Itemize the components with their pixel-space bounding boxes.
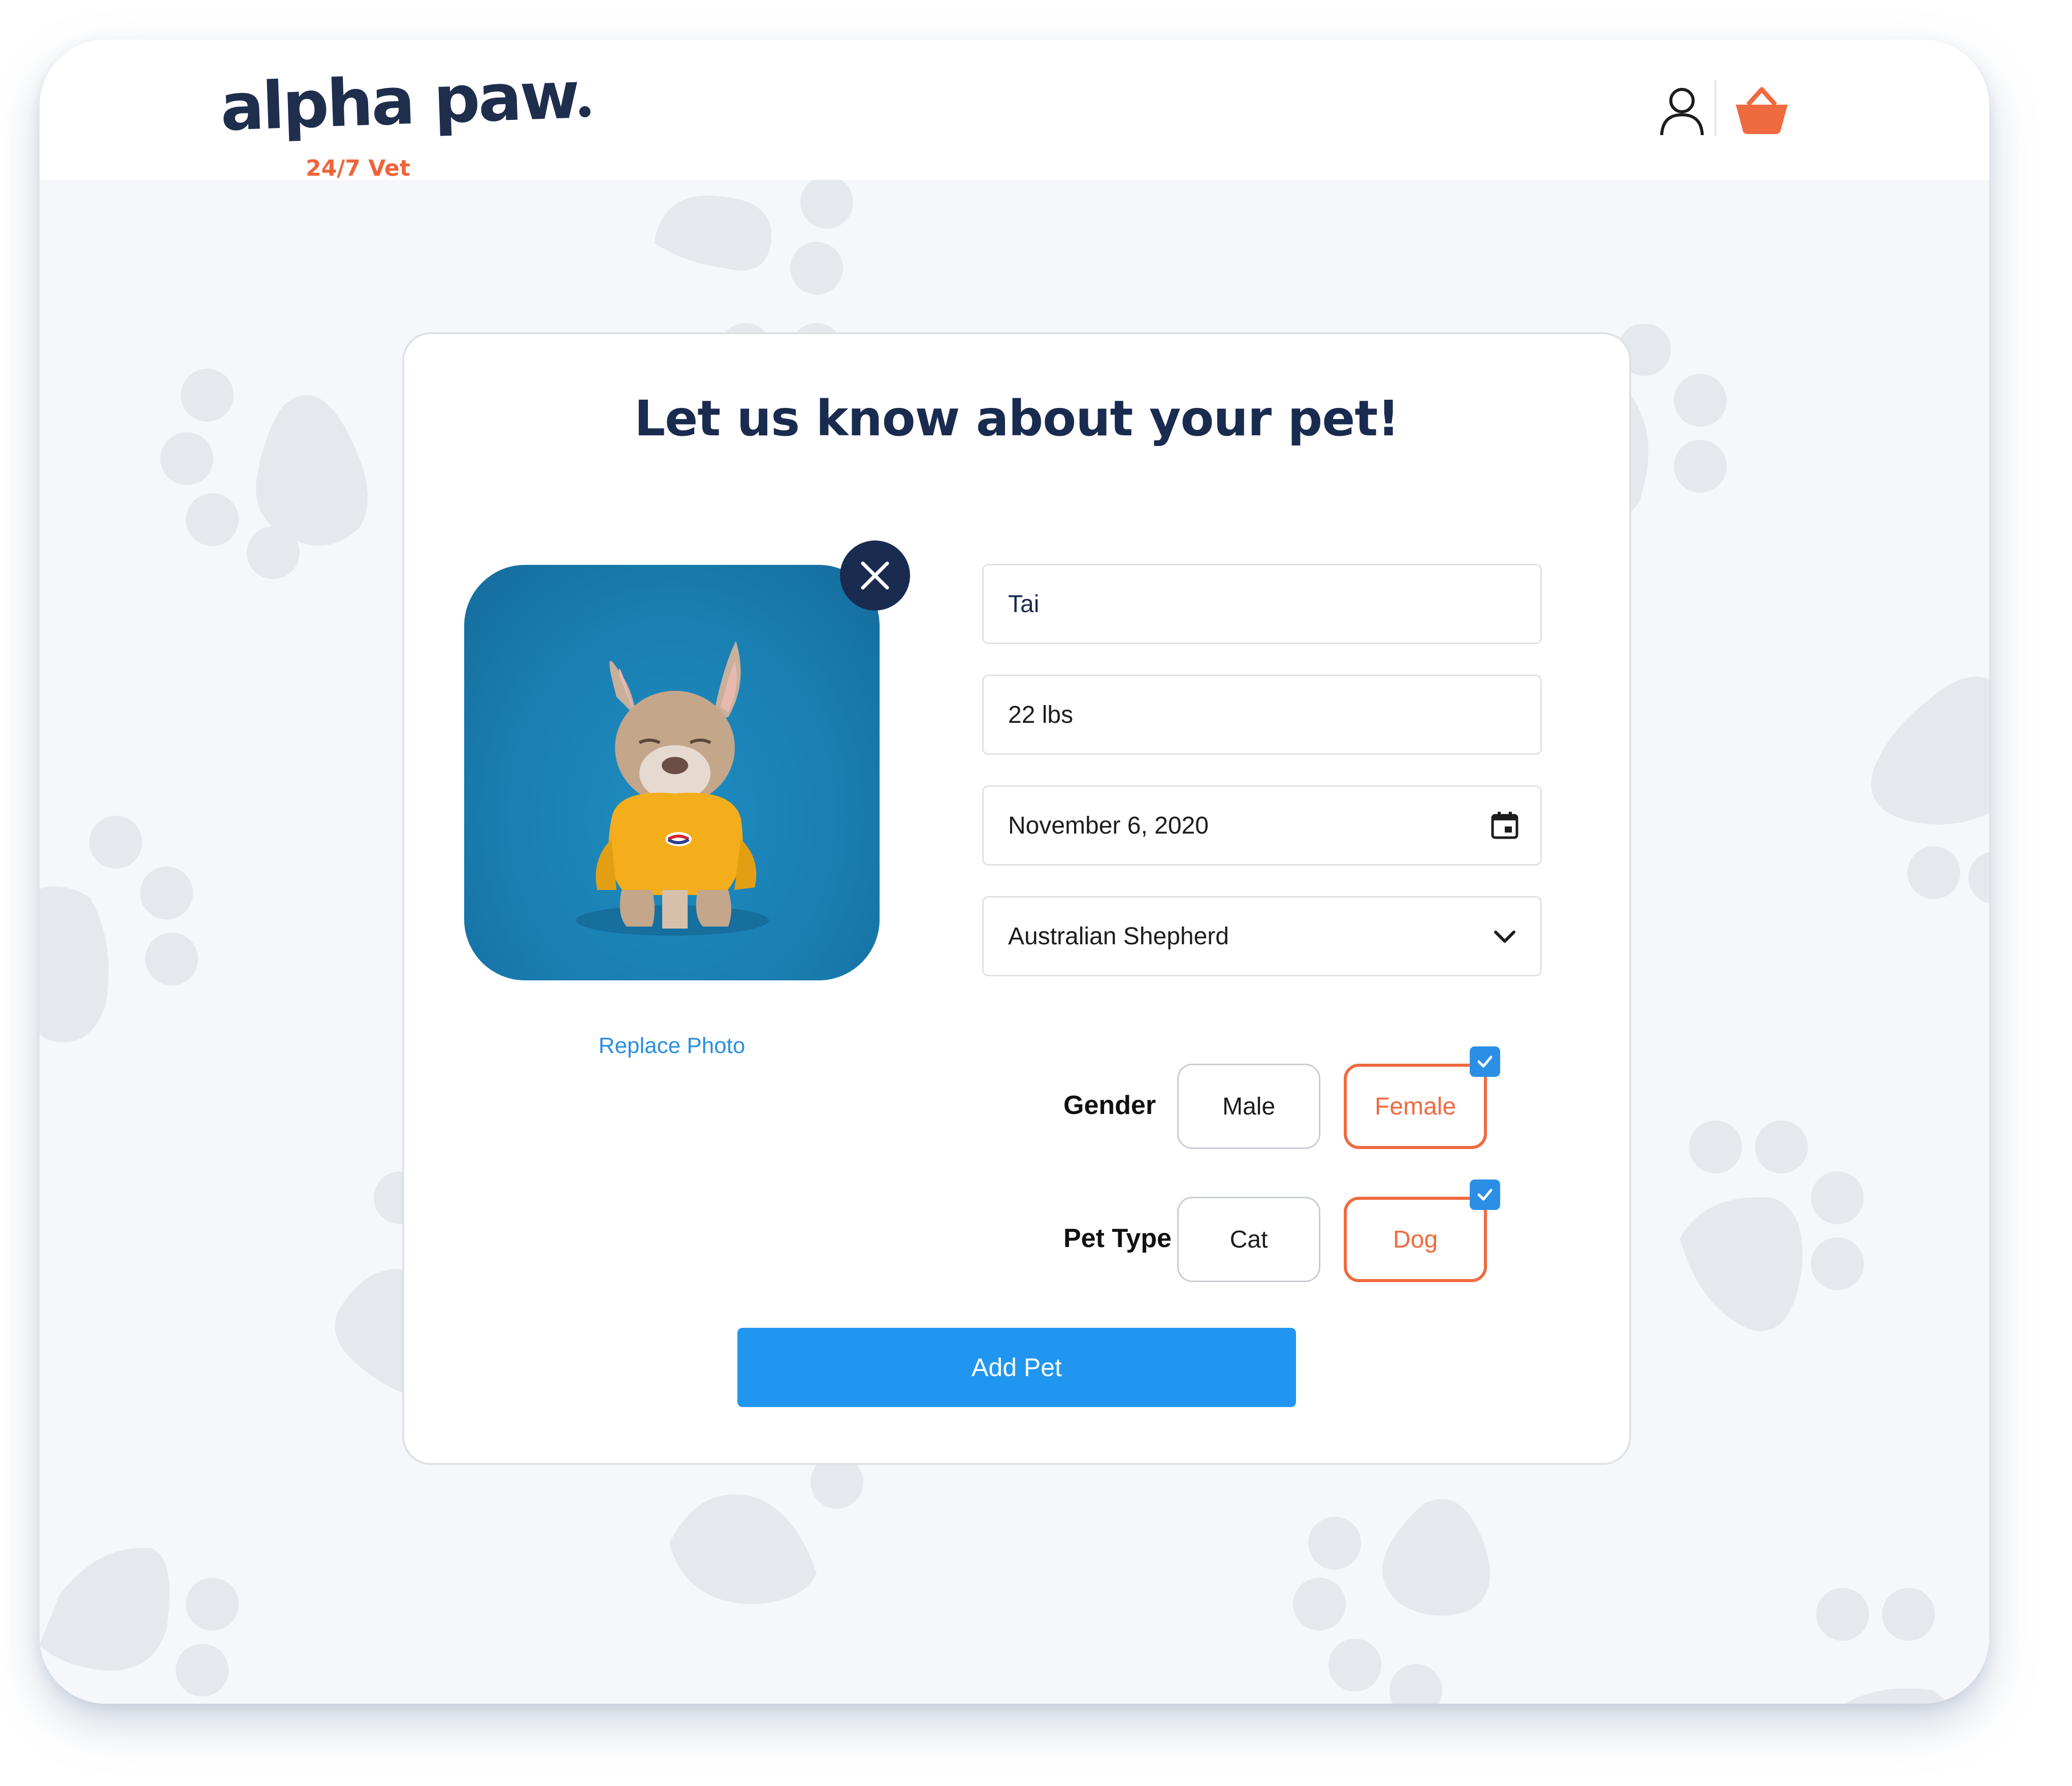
pet-weight-field[interactable]: 22 lbs (982, 675, 1542, 755)
gender-label: Gender (1063, 1091, 1156, 1120)
pet-birthdate-value: November 6, 2020 (1008, 812, 1209, 839)
calendar-icon[interactable] (1490, 810, 1520, 841)
top-navigation-bar: alpha paw 24/7 Vet (40, 40, 1989, 181)
check-icon (1470, 1046, 1500, 1077)
paw-print-decoration (1816, 1588, 1950, 1704)
replace-photo-link[interactable]: Replace Photo (464, 1033, 880, 1059)
brand-name: alpha paw (219, 57, 591, 146)
cart-icon[interactable] (1734, 84, 1790, 135)
remove-photo-button[interactable] (840, 540, 910, 611)
brand-tagline: 24/7 Vet (306, 155, 410, 181)
paw-print-decoration (40, 816, 198, 1042)
paw-print-decoration (1293, 1499, 1490, 1704)
check-icon (1470, 1179, 1500, 1210)
pet-type-option-cat[interactable]: Cat (1177, 1197, 1320, 1282)
pet-breed-value: Australian Shepherd (1008, 922, 1229, 950)
paw-print-decoration (160, 369, 368, 579)
paw-print-decoration (1871, 677, 1989, 904)
user-icon[interactable] (1656, 84, 1708, 137)
pet-birthdate-field[interactable]: November 6, 2020 (982, 785, 1542, 866)
dog-photo-illustration (576, 641, 769, 936)
pet-name-value: Tai (1008, 590, 1040, 618)
form-title: Let us know about your pet! (634, 390, 1400, 447)
pet-weight-value: 22 lbs (1008, 701, 1074, 728)
gender-option-male[interactable]: Male (1177, 1064, 1320, 1149)
pet-type-option-dog[interactable]: Dog (1344, 1197, 1487, 1282)
pet-name-field[interactable]: Tai (982, 564, 1542, 644)
paw-print-decoration (1680, 1121, 1864, 1331)
app-window: alpha paw 24/7 Vet Let us know about you… (40, 40, 1989, 1704)
header-divider (1714, 80, 1717, 136)
pet-type-label: Pet Type (1063, 1224, 1172, 1253)
close-icon (861, 561, 889, 590)
pet-photo (464, 565, 880, 980)
pet-breed-select[interactable]: Australian Shepherd (982, 896, 1542, 976)
brand-logo[interactable]: alpha paw 24/7 Vet (219, 57, 591, 197)
add-pet-button[interactable]: Add Pet (737, 1328, 1296, 1407)
gender-option-female[interactable]: Female (1344, 1064, 1487, 1149)
chevron-down-icon (1494, 931, 1515, 943)
add-pet-card: Let us know about your pet! Replace Phot… (402, 332, 1631, 1465)
paw-print-decoration (40, 1548, 239, 1697)
